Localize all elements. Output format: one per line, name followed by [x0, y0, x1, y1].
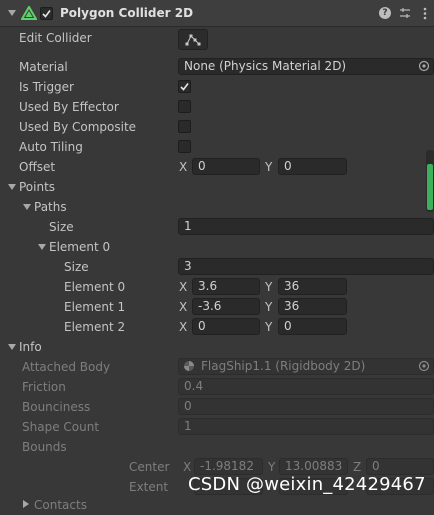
offset-label: Offset: [19, 160, 56, 174]
kebab-menu-icon[interactable]: [423, 7, 427, 20]
contacts-foldout-icon[interactable]: [23, 500, 29, 508]
point-x-field[interactable]: -3.6: [192, 298, 260, 315]
point-x-label: X: [179, 280, 188, 294]
friction-label: Friction: [22, 380, 66, 394]
center-z-field: 0: [366, 458, 434, 475]
shape-count-label: Shape Count: [22, 420, 100, 434]
center-y-field: 13.00883: [279, 458, 348, 475]
used-by-composite-checkbox[interactable]: [178, 120, 191, 133]
info-foldout-icon[interactable]: [8, 344, 16, 350]
help-icon[interactable]: ?: [379, 7, 391, 19]
component-enabled-checkbox[interactable]: [40, 7, 53, 20]
point-x-label: X: [179, 320, 188, 334]
material-label: Material: [19, 60, 68, 74]
shape-count-field: 1: [178, 418, 434, 435]
extent-label: Extent: [129, 480, 169, 494]
attached-body-value: FlagShip1.1 (Rigidbody 2D): [201, 359, 366, 373]
point-y-field[interactable]: 0: [278, 318, 347, 335]
offset-y-field[interactable]: 0: [278, 158, 347, 175]
center-label: Center: [129, 460, 170, 474]
used-by-effector-label: Used By Effector: [19, 100, 119, 114]
point-y-label: Y: [265, 300, 273, 314]
edit-shape-icon: [185, 34, 201, 46]
paths-size-label: Size: [49, 220, 74, 234]
scrollbar-thumb[interactable]: [427, 164, 433, 210]
center-x-field: -1.98182: [194, 458, 263, 475]
element0-foldout-icon[interactable]: [38, 244, 46, 250]
element0-size-label: Size: [64, 260, 89, 274]
bounciness-label: Bounciness: [22, 400, 91, 414]
point-x-field[interactable]: 0: [192, 318, 260, 335]
bounds-label: Bounds: [22, 440, 67, 454]
scrollbar[interactable]: [426, 150, 434, 212]
point-y-label: Y: [265, 320, 273, 334]
edit-collider-button[interactable]: [178, 29, 208, 50]
offset-y-label: Y: [265, 160, 273, 174]
points-foldout-icon[interactable]: [8, 184, 16, 190]
points-label: Points: [19, 180, 56, 194]
point-y-field[interactable]: 36: [278, 298, 347, 315]
auto-tiling-checkbox[interactable]: [178, 140, 191, 153]
auto-tiling-label: Auto Tiling: [19, 140, 83, 154]
info-label: Info: [19, 340, 42, 354]
polygon-collider-icon: [20, 5, 38, 20]
point-element-label: Element 1: [64, 300, 126, 314]
point-y-label: Y: [265, 280, 273, 294]
path-element0-label: Element 0: [49, 240, 111, 254]
used-by-effector-checkbox[interactable]: [178, 100, 191, 113]
edit-collider-label: Edit Collider: [19, 31, 92, 45]
rigidbody-icon: [183, 360, 195, 372]
attached-body-label: Attached Body: [22, 360, 111, 374]
bounciness-field: 0: [178, 398, 434, 415]
is-trigger-checkbox[interactable]: [178, 80, 191, 93]
used-by-composite-label: Used By Composite: [19, 120, 137, 134]
contacts-label: Contacts: [34, 498, 87, 512]
point-y-field[interactable]: 36: [278, 278, 347, 295]
offset-x-label: X: [179, 160, 188, 174]
object-picker-icon[interactable]: [418, 60, 430, 72]
foldout-arrow-icon[interactable]: [8, 10, 16, 16]
material-field[interactable]: None (Physics Material 2D): [178, 58, 434, 75]
point-element-label: Element 0: [64, 280, 126, 294]
object-picker-icon: [418, 360, 430, 372]
point-x-label: X: [179, 300, 188, 314]
friction-field: 0.4: [178, 378, 434, 395]
component-title: Polygon Collider 2D: [60, 6, 194, 20]
point-x-field[interactable]: 3.6: [192, 278, 260, 295]
presets-icon[interactable]: [399, 7, 411, 19]
element0-size-field[interactable]: 3: [178, 258, 434, 275]
paths-size-field[interactable]: 1: [178, 218, 434, 235]
point-element-label: Element 2: [64, 320, 126, 334]
attached-body-field: FlagShip1.1 (Rigidbody 2D): [178, 358, 434, 375]
paths-label: Paths: [34, 200, 67, 214]
watermark: CSDN @weixin_42429467: [188, 474, 426, 495]
is-trigger-label: Is Trigger: [19, 80, 74, 94]
paths-foldout-icon[interactable]: [23, 204, 31, 210]
offset-x-field[interactable]: 0: [192, 158, 260, 175]
